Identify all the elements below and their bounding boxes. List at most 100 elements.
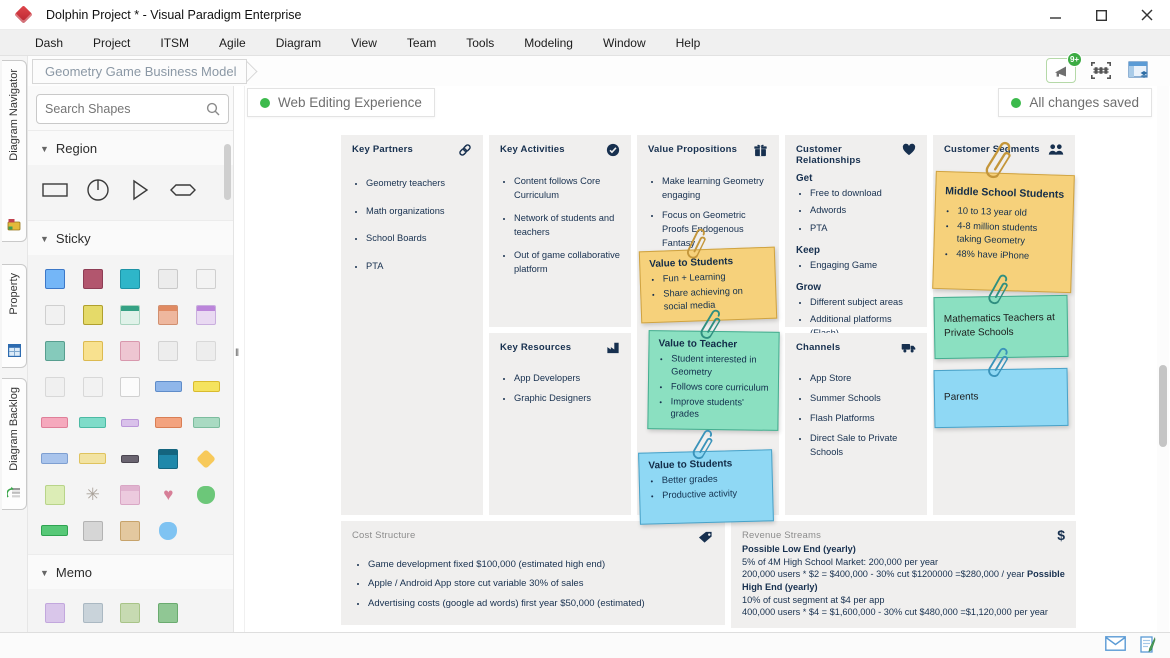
palette-shape-sticky-green-header[interactable] — [112, 304, 150, 325]
palette-scrollbar-thumb[interactable] — [224, 144, 231, 200]
palette-shape-note-green-pale[interactable] — [36, 484, 74, 505]
palette-shape-bag-green[interactable] — [187, 484, 225, 505]
search-shapes-input[interactable] — [45, 102, 206, 116]
palette-shape-label-pink-capsule[interactable] — [36, 412, 74, 433]
palette-shape-money-green[interactable] — [36, 520, 74, 541]
calendar-blue-shape — [158, 449, 178, 469]
all-saved-label: All changes saved — [1029, 95, 1139, 110]
menu-item-window[interactable]: Window — [588, 30, 661, 55]
section-cost-structure[interactable]: Cost Structure Game development fixed $1… — [341, 521, 725, 625]
sticky-parents[interactable]: Parents — [934, 368, 1069, 428]
palette-shape-sticky-plaid-yellow[interactable] — [74, 304, 112, 325]
edit-document-icon[interactable] — [1140, 636, 1156, 658]
section-header-sticky[interactable]: ▼ Sticky — [28, 220, 233, 255]
search-shapes-box[interactable] — [36, 94, 229, 124]
menu-item-view[interactable]: View — [336, 30, 392, 55]
palette-shape-heart-pink[interactable]: ♥ — [149, 484, 187, 505]
panel-splitter[interactable]: ‖ — [234, 86, 244, 632]
sticky-value-to-teacher[interactable]: Value to Teacher Student interested in G… — [647, 330, 779, 431]
palette-shape-thumb-up-blue[interactable] — [149, 520, 187, 541]
section-header-region[interactable]: ▼ Region — [28, 130, 233, 165]
minimize-button[interactable] — [1032, 0, 1078, 30]
section-channels[interactable]: Channels App StoreSummer SchoolsFlash Pl… — [785, 333, 927, 515]
canvas-scrollbar-track[interactable] — [1157, 86, 1169, 632]
menu-item-agile[interactable]: Agile — [204, 30, 261, 55]
sticky-item-48-have-iphone: 48% have iPhone — [956, 247, 1062, 263]
palette-shape-sticky-teal-lined[interactable] — [36, 340, 74, 361]
canvas-scrollbar-thumb[interactable] — [1159, 365, 1167, 447]
palette-shape-sticky-folded-corner[interactable] — [187, 268, 225, 289]
layout-panes-button[interactable] — [1126, 58, 1152, 83]
palette-shape-sticky-teal-folded[interactable] — [112, 268, 150, 289]
palette-shape-ribbon-orange[interactable] — [149, 412, 187, 433]
palette-shape-sticky-plain[interactable] — [187, 340, 225, 361]
palette-shape-gear-grey[interactable]: ✳ — [74, 484, 112, 505]
section-customer-relationships[interactable]: Customer Relationships GetFree to downlo… — [785, 135, 927, 327]
palette-shape-label-purple-small[interactable] — [112, 412, 150, 433]
link-icon — [458, 143, 472, 162]
palette-shape-label-dark-small[interactable] — [112, 448, 150, 469]
section-revenue-streams[interactable]: Revenue Streams $ Possible Low End (year… — [731, 521, 1076, 628]
section-key-activities[interactable]: Key Activities Content follows Core Curr… — [489, 135, 631, 327]
palette-shape-label-green-capsule[interactable] — [187, 412, 225, 433]
palette-shape-gift-pink[interactable] — [112, 484, 150, 505]
palette-shape-label-yellow-capsule[interactable] — [187, 376, 225, 397]
palette-shape-label-teal-capsule[interactable] — [74, 412, 112, 433]
palette-shape-sticky-maroon-folded[interactable] — [74, 268, 112, 289]
announcements-button[interactable]: 9+ — [1046, 58, 1076, 83]
palette-shape-sticky-skewed[interactable] — [74, 376, 112, 397]
palette-shape-memo-green-folded[interactable] — [112, 602, 150, 623]
palette-shape-sticky-taped[interactable] — [149, 268, 187, 289]
revenue-streams-title: Revenue Streams — [742, 530, 821, 541]
palette-shape-tag-tan[interactable] — [112, 520, 150, 541]
palette-shape-sticky-blue[interactable] — [36, 268, 74, 289]
section-key-partners[interactable]: Key Partners Geometry teachersMath organ… — [341, 135, 483, 515]
palette-shape-rectangle[interactable] — [40, 177, 70, 208]
section-key-resources[interactable]: Key Resources App DevelopersGraphic Desi… — [489, 333, 631, 515]
menu-item-help[interactable]: Help — [661, 30, 716, 55]
sticky-item-better-grades: Better grades — [662, 472, 763, 487]
palette-shape-hexagon[interactable] — [167, 177, 199, 208]
tab-diagram-navigator[interactable]: Diagram Navigator — [2, 60, 27, 242]
menu-item-modeling[interactable]: Modeling — [509, 30, 588, 55]
sticky-value-to-students-blue[interactable]: Value to Students Better gradesProductiv… — [638, 449, 774, 524]
menu-item-tools[interactable]: Tools — [451, 30, 509, 55]
palette-shape-calendar-blue[interactable] — [149, 448, 187, 469]
value-proposition-focus-on-geometric-proofs-endogenous-fanta: Focus on Geometric Proofs Endogenous Fan… — [662, 209, 768, 251]
palette-shape-memo-green[interactable] — [149, 602, 187, 623]
palette-shape-memo-purple[interactable] — [36, 602, 74, 623]
palette-shape-pie[interactable] — [85, 177, 111, 208]
palette-shape-label-blue-lined[interactable] — [36, 448, 74, 469]
palette-shape-sticky-white[interactable] — [112, 376, 150, 397]
palette-shape-sticky-notched[interactable] — [149, 340, 187, 361]
palette-shape-sticky-flag[interactable] — [36, 376, 74, 397]
menu-item-itsm[interactable]: ITSM — [145, 30, 204, 55]
palette-shape-sticky-pink-pinned[interactable] — [112, 340, 150, 361]
maximize-button[interactable] — [1078, 0, 1124, 30]
palette-shape-lock-grey[interactable] — [74, 520, 112, 541]
menu-item-diagram[interactable]: Diagram — [261, 30, 336, 55]
palette-shape-sticky-pinned[interactable] — [36, 304, 74, 325]
palette-shape-sticky-orange-header[interactable] — [149, 304, 187, 325]
section-header-memo[interactable]: ▼ Memo — [28, 554, 233, 589]
breadcrumb-label[interactable]: Geometry Game Business Model — [32, 59, 247, 84]
palette-shape-sticky-yellow-small[interactable] — [74, 340, 112, 361]
menu-item-team[interactable]: Team — [392, 30, 451, 55]
diagram-canvas[interactable]: Web Editing Experience All changes saved… — [244, 86, 1170, 632]
palette-shape-label-yellow-tipped[interactable] — [74, 448, 112, 469]
breadcrumb[interactable]: Geometry Game Business Model — [32, 59, 254, 84]
palette-shape-sticky-purple-header[interactable] — [187, 304, 225, 325]
palette-shape-diamond-yellow[interactable] — [187, 448, 225, 469]
diamond-yellow-shape — [196, 449, 216, 469]
mail-icon[interactable] — [1105, 636, 1126, 658]
tab-property[interactable]: Property — [2, 264, 27, 368]
palette-shape-triangle[interactable] — [126, 177, 152, 208]
tab-diagram-backlog[interactable]: Diagram Backlog — [2, 378, 27, 510]
fence-region-button[interactable] — [1088, 58, 1114, 83]
close-button[interactable] — [1124, 0, 1170, 30]
menu-item-project[interactable]: Project — [78, 30, 145, 55]
palette-shape-memo-grey[interactable] — [74, 602, 112, 623]
menu-item-dash[interactable]: Dash — [20, 30, 78, 55]
splitter-grip-icon[interactable]: ‖ — [235, 348, 240, 359]
palette-shape-label-blue-capsule[interactable] — [149, 376, 187, 397]
